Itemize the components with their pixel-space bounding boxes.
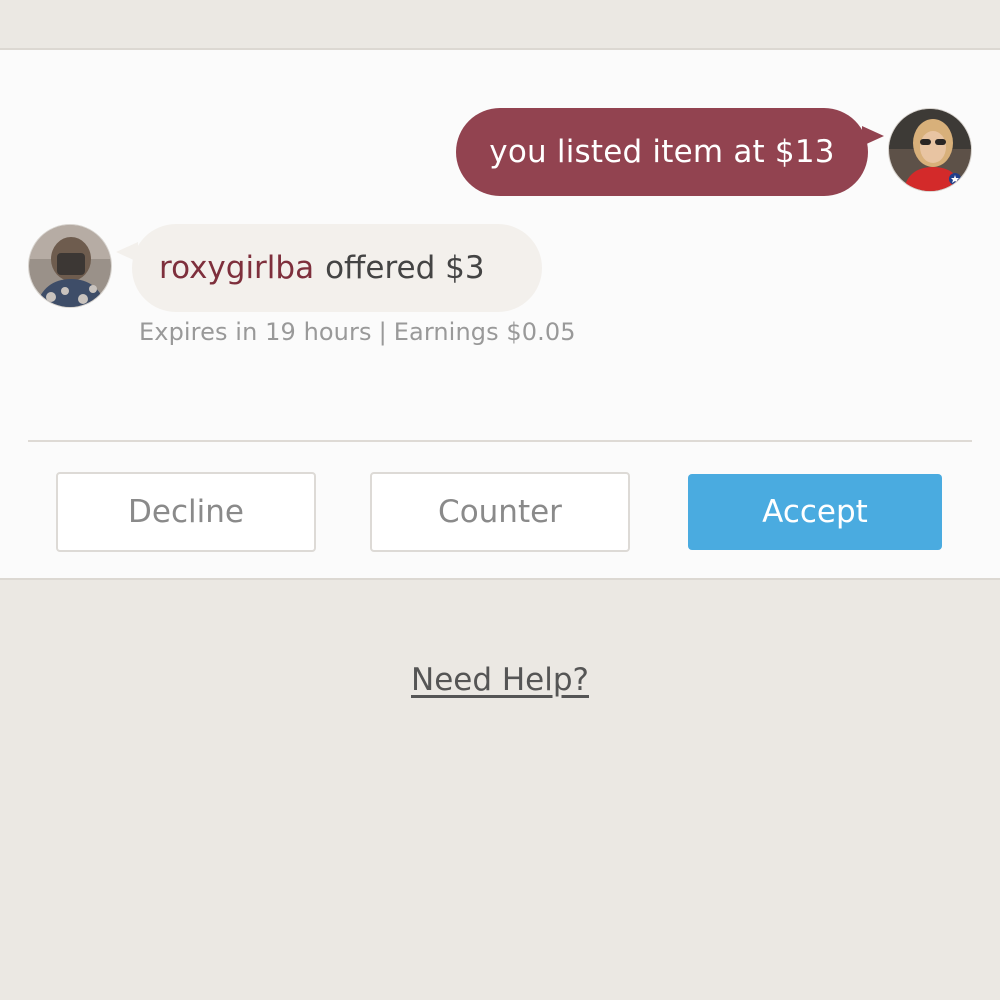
seller-avatar[interactable]	[888, 108, 972, 192]
need-help-link[interactable]: Need Help?	[411, 662, 589, 698]
listing-message-bubble: you listed item at $13	[456, 108, 884, 196]
divider	[28, 440, 972, 442]
offer-card: you listed item at $13 roxygirlba offere…	[0, 48, 1000, 580]
counter-button[interactable]: Counter	[370, 472, 630, 552]
accept-button[interactable]: Accept	[688, 474, 942, 550]
offer-meta: Expires in 19 hours | Earnings $0.05	[139, 318, 576, 346]
meta-separator: |	[378, 318, 387, 346]
buyer-avatar[interactable]	[28, 224, 112, 308]
buyer-avatar-image	[29, 225, 111, 307]
offer-expiry: Expires in 19 hours	[139, 318, 372, 346]
seller-avatar-image	[889, 109, 971, 191]
offer-earnings: Earnings $0.05	[393, 318, 576, 346]
decline-button[interactable]: Decline	[56, 472, 316, 552]
offer-text: offered $3	[325, 250, 485, 286]
help-section: Need Help?	[0, 662, 1000, 698]
listing-message-text: you listed item at $13	[489, 134, 835, 170]
offer-username[interactable]: roxygirlba	[159, 250, 314, 286]
offer-bubble: roxygirlba offered $3	[116, 224, 542, 312]
offer-screen: you listed item at $13 roxygirlba offere…	[0, 0, 1000, 1000]
